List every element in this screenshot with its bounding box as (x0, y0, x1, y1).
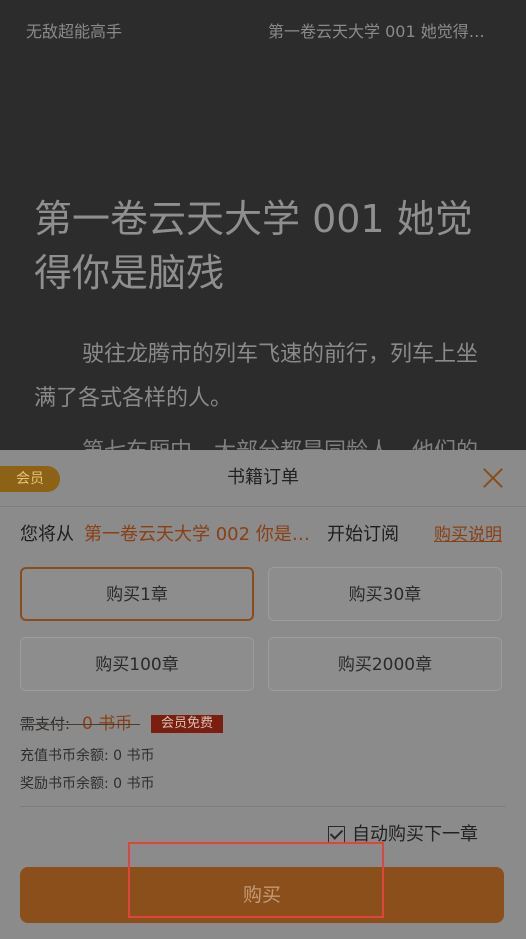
member-free-tag: 会员免费 (151, 715, 224, 733)
order-sheet: 会员 书籍订单 您将从 第一卷云天大学 002 你是我的 开始订阅 购买说明 购… (0, 450, 526, 939)
order-title: 书籍订单 (227, 467, 299, 488)
start-label: 开始订阅 (327, 524, 399, 545)
buy-button[interactable]: 购买 (20, 867, 504, 923)
option-buy-1[interactable]: 购买1章 (20, 567, 254, 621)
auto-buy-toggle[interactable]: 自动购买下一章 (328, 823, 498, 847)
subscribe-info: 您将从 第一卷云天大学 002 你是我的 开始订阅 购买说明 (20, 520, 506, 550)
recharge-balance: 充值书币余额: 0 书币 (20, 748, 155, 764)
divider (20, 806, 506, 807)
option-buy-30[interactable]: 购买30章 (268, 567, 502, 621)
from-chapter: 第一卷云天大学 002 你是我的 (84, 524, 320, 545)
screen: 无敌超能高手 第一卷云天大学 001 她觉得你是脑残 第一卷云天大学 001 她… (0, 0, 526, 939)
checkbox-checked-icon[interactable] (328, 826, 345, 843)
purchase-help-link[interactable]: 购买说明 (434, 520, 502, 550)
order-sheet-header: 会员 书籍订单 (0, 450, 526, 507)
option-buy-100[interactable]: 购买100章 (20, 637, 254, 691)
option-buy-2000[interactable]: 购买2000章 (268, 637, 502, 691)
reward-balance: 奖励书币余额: 0 书币 (20, 776, 155, 792)
close-icon[interactable] (482, 467, 504, 489)
from-label: 您将从 (20, 524, 74, 545)
auto-buy-label: 自动购买下一章 (352, 824, 478, 845)
strikethrough-line (20, 724, 140, 725)
